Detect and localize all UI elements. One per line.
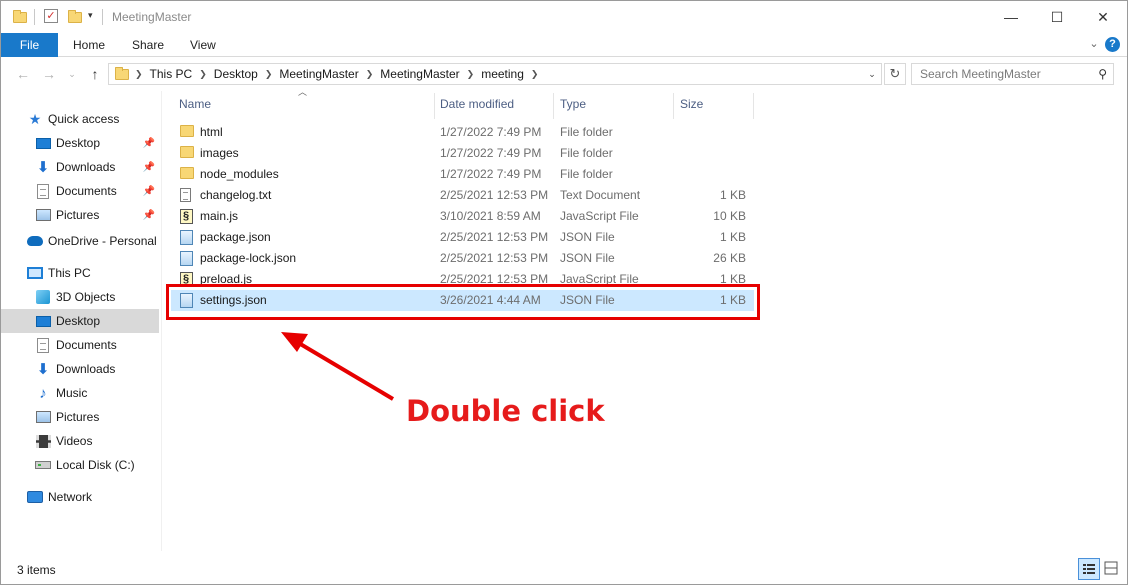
- details-view-button[interactable]: [1078, 558, 1100, 580]
- pointer-arrow-icon: [281, 332, 395, 401]
- status-item-count: 3 items: [17, 563, 56, 577]
- annotation-label: Double click: [406, 394, 605, 428]
- details-view-icon: [1083, 564, 1095, 574]
- large-icons-view-button[interactable]: [1101, 558, 1123, 580]
- file-explorer-window: ✓ ▾ MeetingMaster — ☐ ✕ File Home Share …: [0, 0, 1128, 585]
- large-icons-view-icon: [1104, 561, 1118, 575]
